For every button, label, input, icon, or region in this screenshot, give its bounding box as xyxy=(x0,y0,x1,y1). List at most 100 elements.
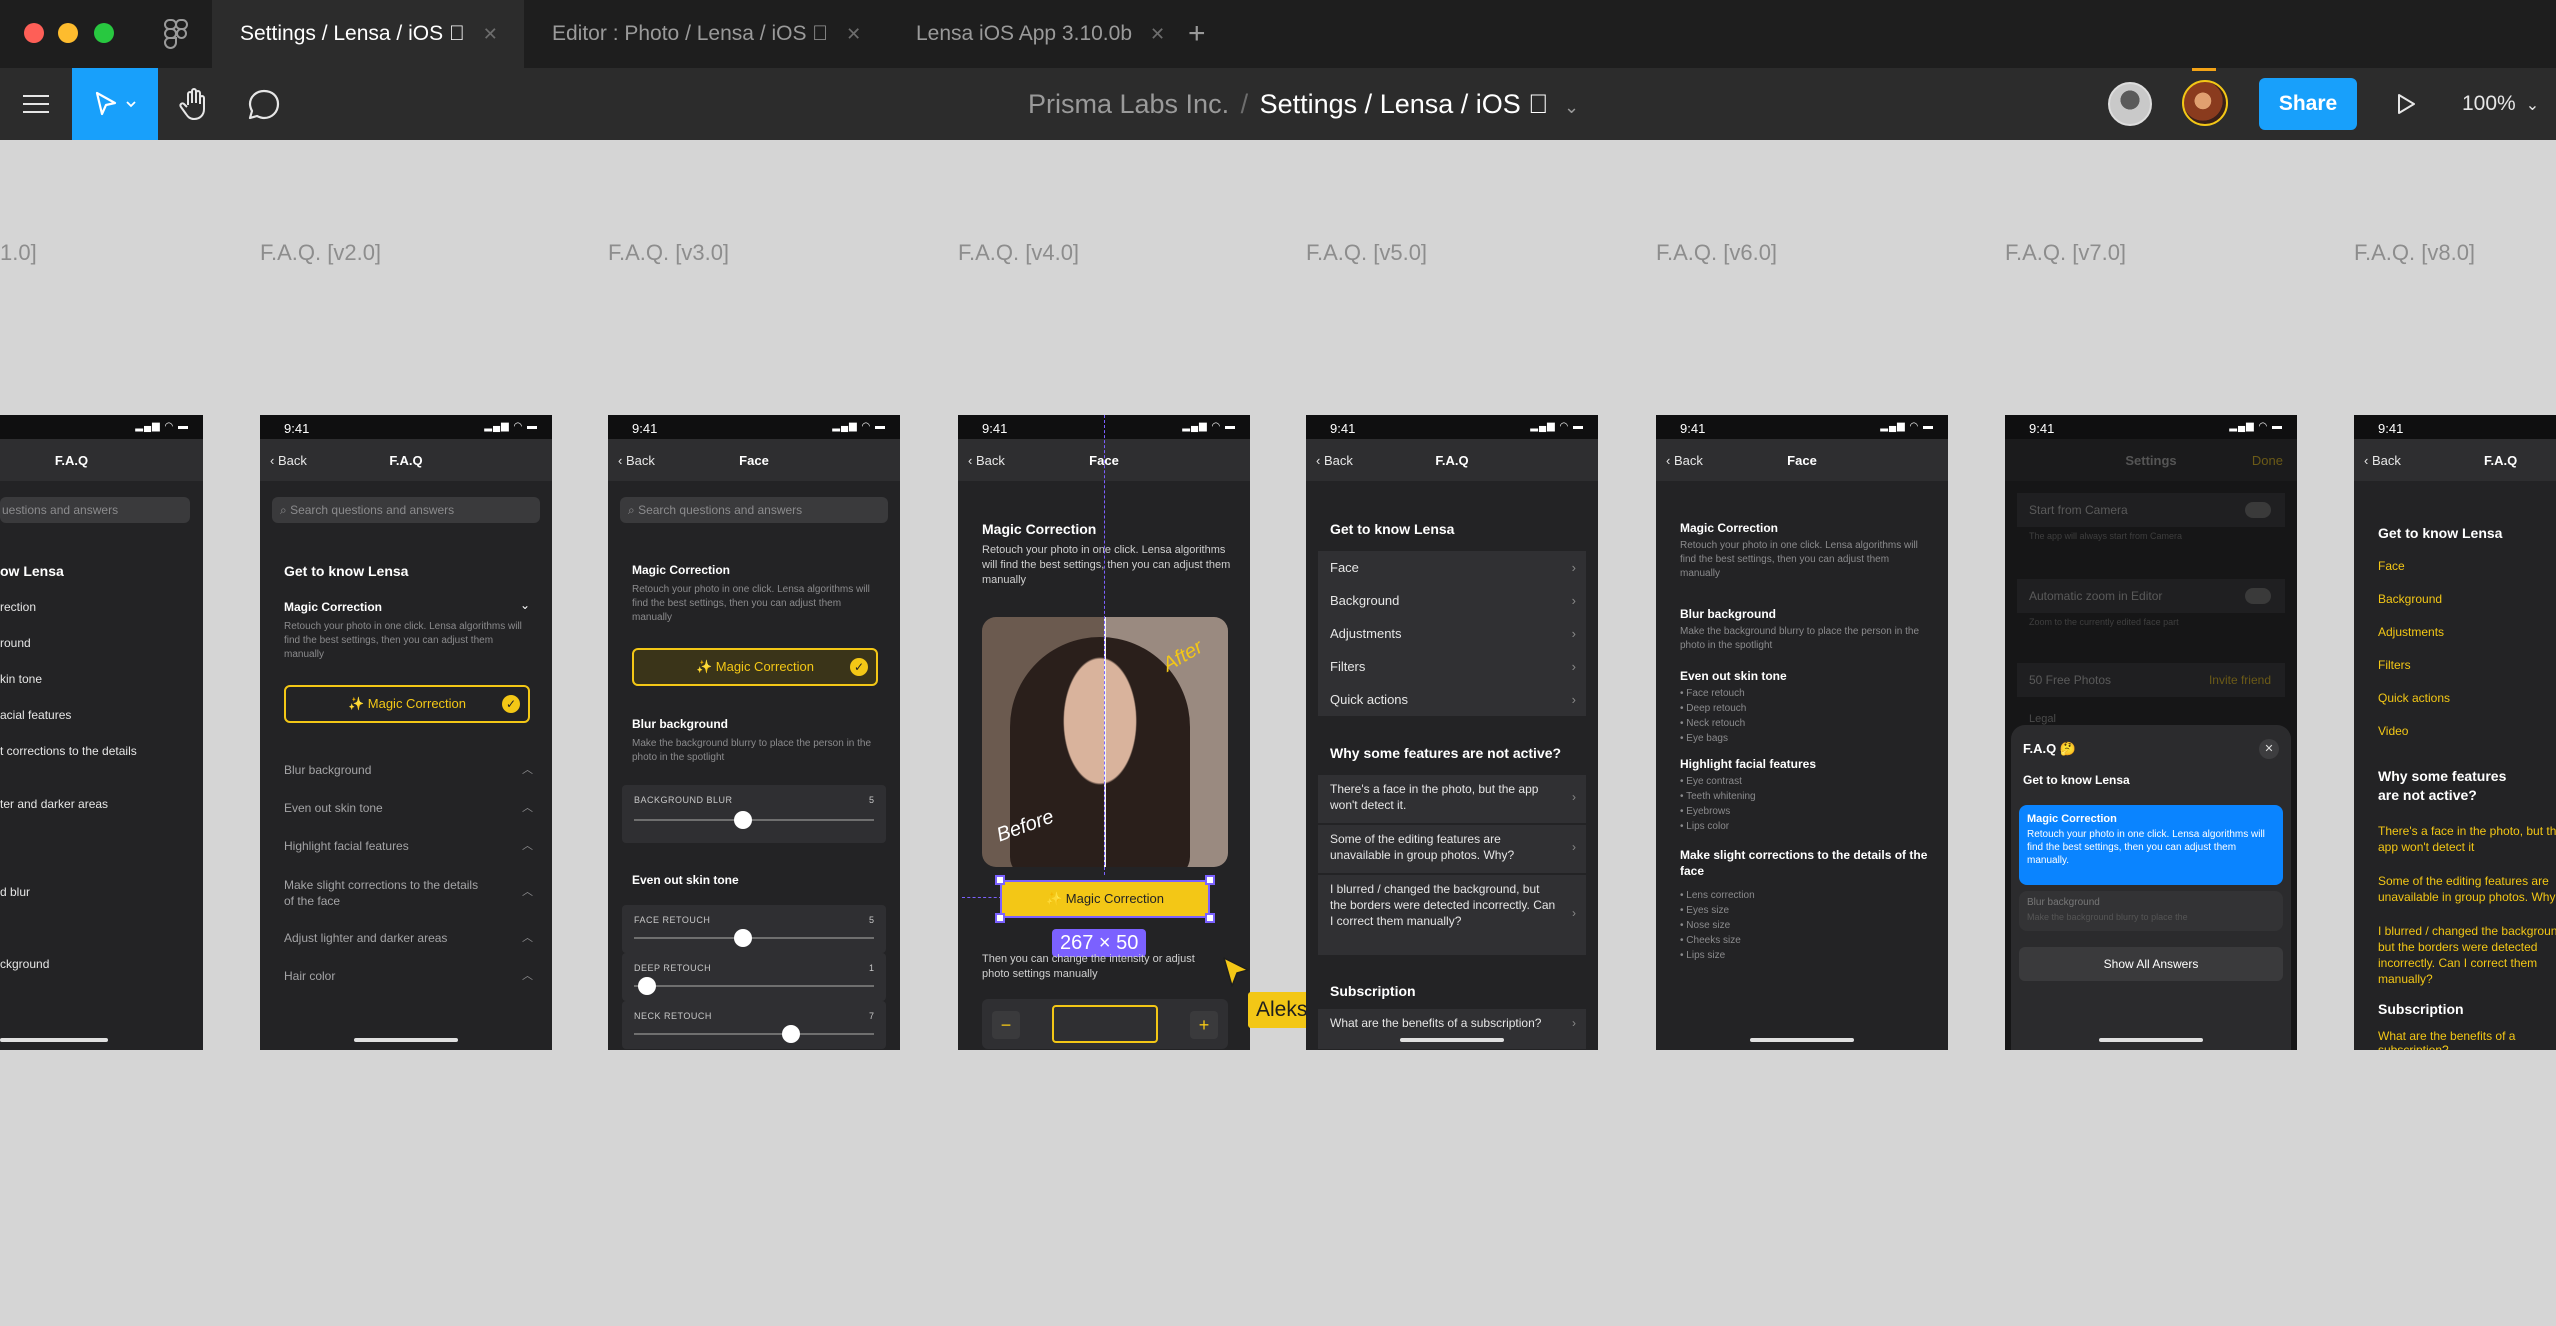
frame-faq-v4[interactable]: 9:41 ▂▄▆ ◠ ▬ ‹ Back Face Magic Correction … xyxy=(958,415,1250,1050)
faq-link[interactable]: I blurred / changed the background, but … xyxy=(2378,923,2556,987)
tab-editor-photo[interactable]: Editor : Photo / Lensa / iOS  ✕ xyxy=(552,0,861,68)
close-icon[interactable]: ✕ xyxy=(2259,739,2279,759)
back-button[interactable]: ‹ Back xyxy=(2364,453,2401,468)
search-input[interactable]: uestions and answers xyxy=(0,497,190,523)
slider-knob[interactable] xyxy=(782,1025,800,1043)
faq-row[interactable]: Adjustments › xyxy=(1318,617,1586,650)
face-retouch-slider[interactable]: FACE RETOUCH 5 xyxy=(622,905,886,953)
list-item[interactable]: d blur xyxy=(0,885,30,899)
breadcrumb-team[interactable]: Prisma Labs Inc. xyxy=(1028,89,1229,119)
faq-item-expanded-title[interactable]: Magic Correction xyxy=(284,600,382,614)
faq-link[interactable]: What are the benefits of a subscription? xyxy=(2378,1029,2556,1050)
toggle-switch[interactable] xyxy=(2245,588,2271,604)
frame-label[interactable]: 1.0] xyxy=(0,240,37,266)
faq-item[interactable]: Even out skin tone xyxy=(284,801,383,815)
faq-link[interactable]: Video xyxy=(2378,724,2408,738)
selection-handle[interactable] xyxy=(995,875,1005,885)
settings-row[interactable]: Start from Camera xyxy=(2017,493,2285,527)
tab-settings-lensa[interactable]: Settings / Lensa / iOS  ✕ xyxy=(212,0,524,68)
close-tab-icon[interactable]: ✕ xyxy=(483,24,498,44)
faq-link[interactable]: Filters xyxy=(2378,658,2411,672)
magic-correction-button[interactable]: ✨ Magic Correction ✓ xyxy=(632,648,878,686)
close-tab-icon[interactable]: ✕ xyxy=(1150,24,1165,44)
chevron-down-icon[interactable]: ⌄ xyxy=(1564,97,1579,117)
slider-knob[interactable] xyxy=(638,977,656,995)
plus-button[interactable]: + xyxy=(1190,1011,1218,1039)
faq-item[interactable]: Adjust lighter and darker areas xyxy=(284,931,447,945)
chevron-down-icon[interactable]: ⌄ xyxy=(520,598,530,612)
invite-friend-link[interactable]: Invite friend xyxy=(2209,663,2271,697)
faq-question-row[interactable]: What are the benefits of a subscription?… xyxy=(1318,1009,1586,1049)
faq-row[interactable]: Quick actions › xyxy=(1318,683,1586,716)
frame-faq-v5[interactable]: 9:41 ▂▄▆ ◠ ▬ ‹ Back F.A.Q Get to know Lens… xyxy=(1306,415,1598,1050)
frame-faq-v1[interactable]: ▂▄▆ ◠ ▬ F.A.Q uestions and answers ow Le… xyxy=(0,415,203,1050)
comment-tool-icon[interactable] xyxy=(242,68,286,140)
frame-label[interactable]: F.A.Q. [v3.0] xyxy=(608,240,729,266)
avatar[interactable] xyxy=(2108,82,2152,126)
list-item[interactable]: kin tone xyxy=(0,672,42,686)
neck-retouch-slider[interactable]: NECK RETOUCH 7 xyxy=(622,1001,886,1049)
close-tab-icon[interactable]: ✕ xyxy=(846,24,861,44)
breadcrumb-file[interactable]: Settings / Lensa / iOS  xyxy=(1260,89,1549,119)
faq-row[interactable]: Filters › xyxy=(1318,650,1586,683)
list-item[interactable]: ter and darker areas xyxy=(0,797,108,811)
main-menu-icon[interactable] xyxy=(14,68,58,140)
faq-item[interactable]: Highlight facial features xyxy=(284,839,409,853)
minimize-window-button[interactable] xyxy=(58,23,78,43)
faq-item[interactable]: Make slight corrections to the details o… xyxy=(284,877,484,909)
faq-question-row[interactable]: I blurred / changed the background, but … xyxy=(1318,875,1586,955)
frame-label[interactable]: F.A.Q. [v5.0] xyxy=(1306,240,1427,266)
faq-link[interactable]: Face xyxy=(2378,559,2405,573)
selection-handle[interactable] xyxy=(1205,913,1215,923)
faq-row[interactable]: Background › xyxy=(1318,584,1586,617)
search-input[interactable]: ⌕ Search questions and answers xyxy=(620,497,888,523)
magic-correction-button[interactable]: ✨ Magic Correction ✓ xyxy=(284,685,530,723)
faq-row[interactable]: Face › xyxy=(1318,551,1586,584)
faq-link[interactable]: Quick actions xyxy=(2378,691,2450,705)
show-all-answers-button[interactable]: Show All Answers xyxy=(2019,947,2283,981)
faq-item[interactable]: Hair color xyxy=(284,969,335,983)
avatar[interactable] xyxy=(2182,80,2228,126)
done-button[interactable]: Done xyxy=(2252,453,2283,468)
design-canvas[interactable]: 1.0] F.A.Q. [v2.0] F.A.Q. [v3.0] F.A.Q. … xyxy=(0,140,2556,1326)
slider-knob[interactable] xyxy=(734,811,752,829)
move-tool-button[interactable] xyxy=(72,68,158,140)
frame-label[interactable]: F.A.Q. [v7.0] xyxy=(2005,240,2126,266)
settings-row[interactable]: Automatic zoom in Editor xyxy=(2017,579,2285,613)
new-tab-icon[interactable]: + xyxy=(1188,0,1206,68)
list-item[interactable]: ckground xyxy=(0,957,49,971)
hand-tool-icon[interactable] xyxy=(172,68,216,140)
share-button[interactable]: Share xyxy=(2259,78,2357,130)
faq-link[interactable]: Some of the editing features are unavail… xyxy=(2378,873,2556,905)
figma-logo-icon[interactable] xyxy=(163,18,189,50)
list-item[interactable]: acial features xyxy=(0,708,71,722)
zoom-window-button[interactable] xyxy=(94,23,114,43)
search-input[interactable]: ⌕ Search questions and answers xyxy=(272,497,540,523)
faq-question-row[interactable]: Some of the editing features are unavail… xyxy=(1318,825,1586,873)
frame-faq-v6[interactable]: 9:41 ▂▄▆ ◠ ▬ ‹ Back Face Magic Correction … xyxy=(1656,415,1948,1050)
faq-link[interactable]: There's a face in the photo, but the app… xyxy=(2378,823,2556,855)
background-blur-slider[interactable]: BACKGROUND BLUR 5 xyxy=(622,785,886,843)
frame-faq-v3[interactable]: 9:41 ▂▄▆ ◠ ▬ ‹ Back Face ⌕ Search question… xyxy=(608,415,900,1050)
list-item[interactable]: rection xyxy=(0,600,36,614)
close-window-button[interactable] xyxy=(24,23,44,43)
minus-button[interactable]: − xyxy=(992,1011,1020,1039)
faq-question-row[interactable]: There's a face in the photo, but the app… xyxy=(1318,775,1586,823)
faq-card[interactable]: Magic Correction Retouch your photo in o… xyxy=(2019,805,2283,885)
selection-handle[interactable] xyxy=(1205,875,1215,885)
frame-label[interactable]: F.A.Q. [v4.0] xyxy=(958,240,1079,266)
zoom-level-dropdown[interactable]: 100% ⌄ xyxy=(2462,68,2539,140)
faq-link[interactable]: Background xyxy=(2378,592,2442,606)
frame-faq-v2[interactable]: 9:41 ▂▄▆ ◠ ▬ ‹ Back F.A.Q ⌕ Search questio… xyxy=(260,415,552,1050)
faq-card[interactable]: Blur background Make the background blur… xyxy=(2019,891,2283,931)
settings-row[interactable]: 50 Free Photos Invite friend xyxy=(2017,663,2285,697)
frame-label[interactable]: F.A.Q. [v6.0] xyxy=(1656,240,1777,266)
frame-label[interactable]: F.A.Q. [v2.0] xyxy=(260,240,381,266)
slider-knob[interactable] xyxy=(734,929,752,947)
list-item[interactable]: t corrections to the details xyxy=(0,744,137,758)
faq-item[interactable]: Blur background xyxy=(284,763,371,777)
frame-label[interactable]: F.A.Q. [v8.0] xyxy=(2354,240,2475,266)
present-play-icon[interactable] xyxy=(2386,68,2426,140)
intensity-control[interactable]: − + xyxy=(982,999,1228,1049)
frame-faq-v7[interactable]: 9:41 ▂▄▆ ◠ ▬ Settings Done Start from Came… xyxy=(2005,415,2297,1050)
